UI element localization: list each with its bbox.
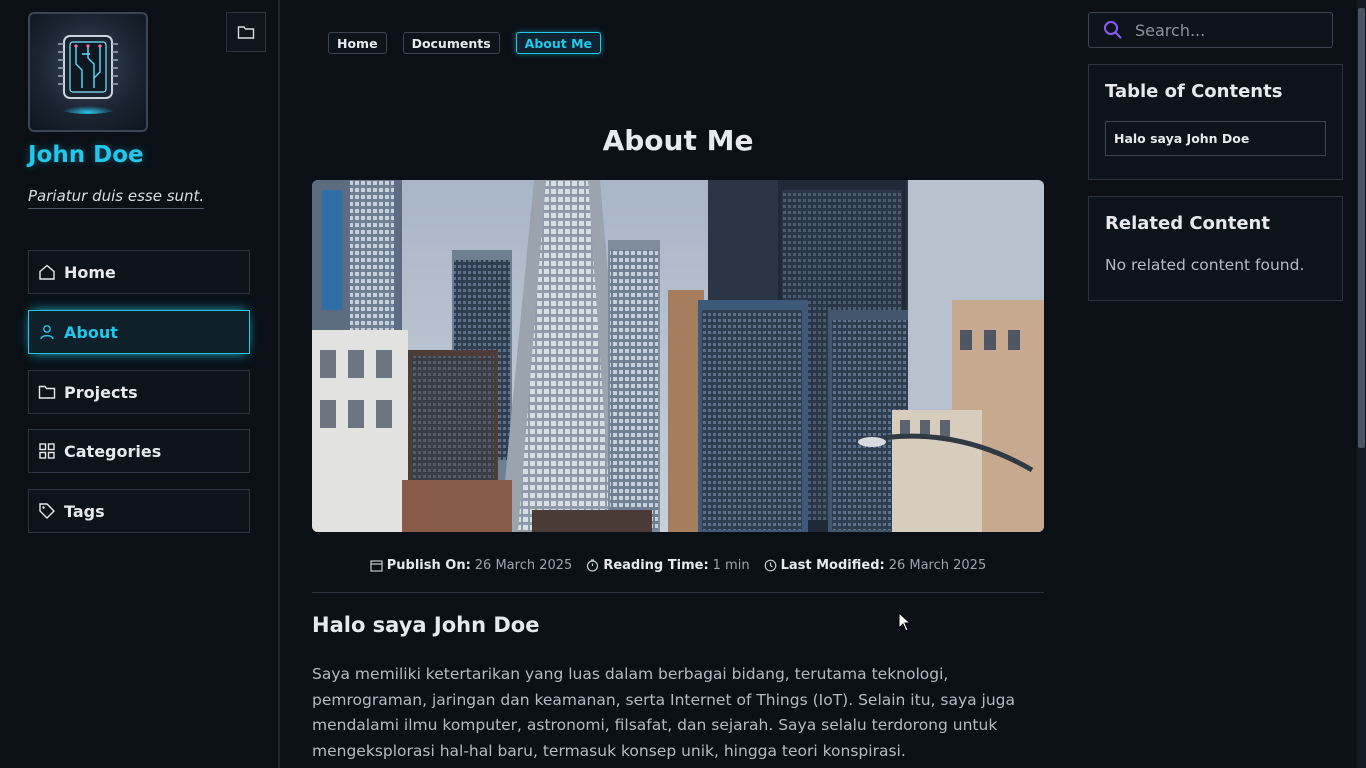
post-meta: Publish On: 26 March 2025 Reading Time: … — [312, 558, 1044, 573]
publish-value: 26 March 2025 — [474, 558, 573, 573]
toc-title: Table of Contents — [1105, 81, 1283, 102]
folder-icon — [237, 26, 255, 39]
breadcrumb-documents[interactable]: Documents — [402, 32, 500, 54]
stopwatch-icon — [587, 559, 599, 572]
related-title: Related Content — [1105, 213, 1270, 234]
sidebar-item-label: About — [64, 322, 118, 342]
toc-panel: Table of Contents Halo saya John Doe — [1088, 64, 1343, 180]
home-icon — [38, 263, 56, 281]
folder-icon — [38, 383, 56, 401]
publish-date: Publish On: 26 March 2025 — [370, 558, 573, 573]
calendar-icon — [370, 560, 383, 572]
modified-value: 26 March 2025 — [888, 558, 987, 573]
circuit-chip-icon — [54, 35, 122, 114]
user-icon — [38, 323, 56, 341]
sidebar-item-label: Tags — [64, 501, 105, 521]
reading-value: 1 min — [712, 558, 750, 573]
sidebar: John Doe Pariatur duis esse sunt. Home A… — [0, 0, 280, 768]
hero-image — [312, 180, 1044, 532]
avatar[interactable] — [28, 12, 148, 132]
city-skyline-image — [312, 180, 1044, 532]
sidebar-item-label: Categories — [64, 441, 162, 461]
breadcrumb-about-me[interactable]: About Me — [515, 32, 602, 54]
last-modified: Last Modified: 26 March 2025 — [764, 558, 987, 573]
publish-label: Publish On: — [386, 558, 471, 573]
related-panel: Related Content No related content found… — [1088, 196, 1343, 301]
mouse-pointer-icon — [898, 612, 912, 632]
breadcrumb: Home Documents About Me — [328, 32, 602, 54]
reading-label: Reading Time: — [603, 558, 709, 573]
sidebar-item-label: Home — [64, 262, 116, 282]
page-title: About Me — [602, 124, 754, 157]
scrollbar-thumb[interactable] — [1358, 8, 1365, 448]
search-icon — [1104, 21, 1122, 39]
toc-item[interactable]: Halo saya John Doe — [1105, 121, 1326, 156]
reading-time: Reading Time: 1 min — [586, 558, 750, 573]
modified-label: Last Modified: — [780, 558, 885, 573]
divider — [312, 592, 1044, 593]
grid-icon — [38, 442, 56, 460]
sidebar-item-categories[interactable]: Categories — [28, 429, 250, 473]
search-box[interactable] — [1088, 12, 1333, 48]
sidebar-item-label: Projects — [64, 382, 138, 402]
sidebar-item-about[interactable]: About — [28, 310, 250, 354]
post-heading: Halo saya John Doe — [312, 613, 540, 637]
tag-icon — [38, 502, 56, 520]
sidebar-item-tags[interactable]: Tags — [28, 489, 250, 533]
site-title[interactable]: John Doe — [28, 142, 144, 168]
sidebar-item-projects[interactable]: Projects — [28, 370, 250, 414]
sidebar-item-home[interactable]: Home — [28, 250, 250, 294]
site-tagline: Pariatur duis esse sunt. — [28, 187, 205, 209]
post-paragraph: Saya memiliki ketertarikan yang luas dal… — [312, 665, 1016, 760]
folder-button[interactable] — [226, 12, 266, 52]
breadcrumb-home[interactable]: Home — [328, 32, 387, 54]
search-input[interactable] — [1135, 20, 1315, 40]
related-empty-text: No related content found. — [1105, 256, 1305, 274]
clock-icon — [764, 559, 776, 572]
